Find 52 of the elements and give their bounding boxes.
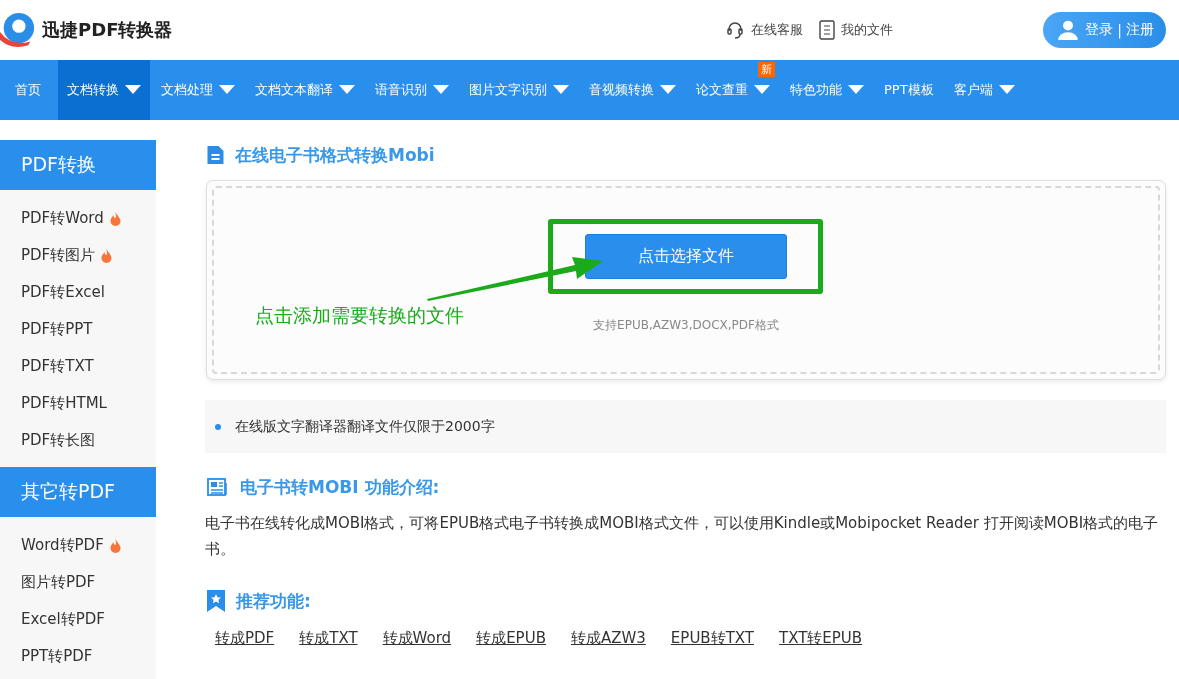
document-icon [207,146,224,164]
flame-icon [109,538,121,553]
sidebar-link[interactable]: 图片转PDF [21,573,96,592]
logo-icon [0,11,36,49]
recommend-link[interactable]: 转成AZW3 [570,629,646,648]
sidebar-link[interactable]: PDF转Word [21,209,121,228]
recommend-link[interactable]: 转成Word [382,629,452,648]
recommend-link[interactable]: TXT转EPUB [779,629,863,648]
caret-icon [433,85,449,95]
caret-icon [125,85,141,95]
sidebar-link[interactable]: PDF转TXT [21,357,94,376]
caret-icon [848,85,864,95]
document-icon [819,20,836,40]
recommend-link[interactable]: 转成EPUB [476,629,546,648]
sidebar-link[interactable]: PDF转图片 [21,246,113,265]
bullet-dot [215,423,221,430]
caret-icon [553,85,569,95]
sidebar-heading: 其它转PDF [0,467,156,517]
flame-icon [109,211,121,226]
newspaper-icon [207,478,229,496]
caret-icon [754,85,770,95]
caret-icon [660,85,676,95]
caret-icon [219,85,235,95]
intro-paragraph: 电子书在线转化成MOBI格式，可将EPUB格式电子书转换成MOBI格式文件，可以使用Kindle或Mobipocket Reader 打开阅读MOBI格式的电子书。 [205,513,1160,560]
bookmark-star-icon [207,590,225,612]
user-icon [1057,19,1080,41]
header-link[interactable]: 我的文件 [819,20,894,40]
note-text: 在线版文字翻译器翻译文件仅限于2000字 [235,417,495,436]
annotation-text: 点击添加需要转换的文件 [255,303,464,328]
headset-icon [725,20,746,40]
section-heading: 推荐功能: [236,589,311,613]
supported-formats-text: 支持EPUB,AZW3,DOCX,PDF格式 [593,317,779,334]
sidebar-link[interactable]: PPT转PDF [21,647,93,666]
sidebar-link[interactable]: PDF转Excel [21,283,105,302]
recommend-link[interactable]: 转成PDF [215,629,275,648]
sidebar-link[interactable]: Word转PDF [21,536,121,555]
sidebar-link[interactable]: PDF转HTML [21,394,107,413]
sidebar-link[interactable]: PDF转PPT [21,320,93,339]
sidebar-heading: PDF转换 [0,140,156,190]
recommend-link[interactable]: 转成TXT [299,629,358,648]
page-title: 在线电子书格式转换Mobi [235,143,435,167]
logo-text[interactable]: 迅捷PDF转换器 [42,18,173,42]
recommend-link[interactable]: EPUB转TXT [670,629,754,648]
new-badge: 新 [758,62,775,77]
sidebar-link[interactable]: Excel转PDF [21,610,105,629]
header-link[interactable]: 在线客服 [725,20,804,40]
section-heading: 电子书转MOBI 功能介绍: [240,475,440,499]
caret-icon [339,85,355,95]
nav-tab[interactable]: 文档转换 [58,60,150,120]
caret-icon [998,85,1015,95]
flame-icon [101,248,113,263]
sidebar-link[interactable]: PDF转长图 [21,431,96,450]
